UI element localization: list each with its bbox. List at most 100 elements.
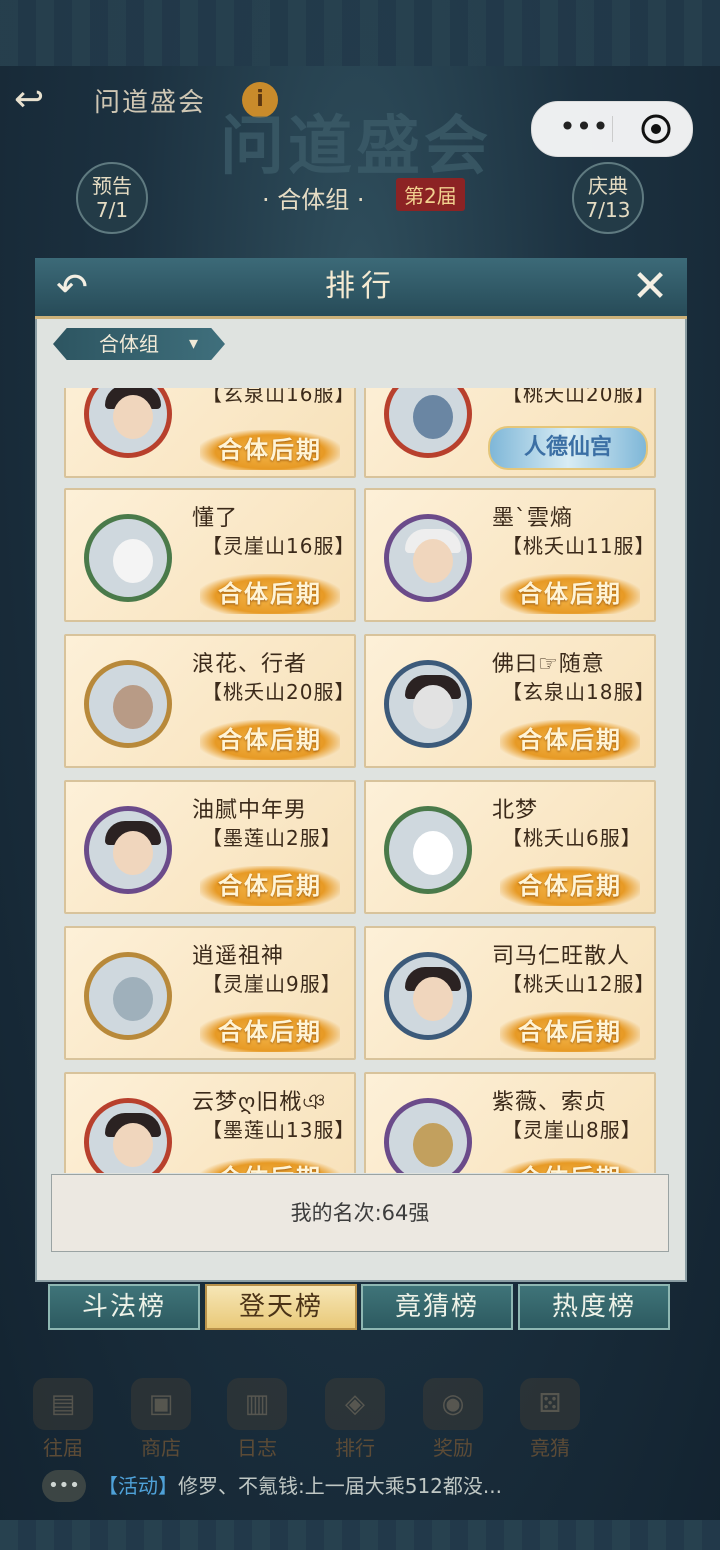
player-name: 油腻中年男 — [192, 798, 308, 823]
avatar — [84, 1098, 172, 1173]
top-pattern — [0, 0, 720, 66]
dock-label: 往届 — [43, 1436, 83, 1460]
rank-card[interactable]: 紫薇、索贞 【灵崖山8服】 合体后期 — [364, 1072, 656, 1173]
rank-badge: 合体后期 — [200, 430, 340, 470]
player-server: 【玄泉山16服】 — [202, 388, 356, 406]
rank-card[interactable]: 【桃夭山20服】 人德仙宫 — [364, 388, 656, 478]
avatar — [384, 388, 472, 458]
rank-card[interactable]: 【玄泉山16服】 合体后期 — [64, 388, 356, 478]
rank-card[interactable]: 墨`雲熵 【桃夭山11服】 合体后期 — [364, 488, 656, 622]
group-dropdown[interactable]: 合体组 ▾ — [53, 328, 225, 360]
rank-badge: 合体后期 — [200, 574, 340, 614]
tab-dengtian[interactable]: 登天榜 — [205, 1284, 357, 1330]
dock-guess[interactable]: ⚄ 竟猜 — [515, 1378, 585, 1460]
ticker-text: 【活动】修罗、不氪钱:上一届大乘512都没... — [98, 1466, 502, 1506]
modal-title: 排行 — [325, 269, 397, 304]
dock-label: 竟猜 — [530, 1436, 570, 1460]
close-miniprogram-icon[interactable] — [639, 112, 673, 146]
rank-badge: 合体后期 — [500, 720, 640, 760]
rank-card[interactable]: 逍遥祖神 【灵崖山9服】 合体后期 — [64, 926, 356, 1060]
player-name: 紫薇、索贞 — [492, 1090, 608, 1115]
ceremony-date-button[interactable]: 庆典 7/13 — [572, 162, 644, 234]
dock-label: 日志 — [237, 1436, 277, 1460]
player-server: 【桃夭山20服】 — [202, 680, 356, 704]
book-icon: ▥ — [227, 1378, 287, 1430]
ranking-list[interactable]: 【玄泉山16服】 合体后期 【桃夭山20服】 人德仙宫 懂了 【灵崖山16服】 … — [64, 388, 660, 1173]
player-name: 逍遥祖神 — [192, 944, 285, 969]
ticker-tag: 【活动】 — [98, 1474, 178, 1498]
chevron-down-icon: ▾ — [189, 333, 199, 354]
avatar — [84, 388, 172, 458]
avatar — [84, 952, 172, 1040]
activity-ticker[interactable]: ••• 【活动】修罗、不氪钱:上一届大乘512都没... — [38, 1466, 688, 1506]
close-icon[interactable]: ✕ — [625, 262, 675, 312]
rank-card[interactable]: 油腻中年男 【墨莲山2服】 合体后期 — [64, 780, 356, 914]
dock-reward[interactable]: ◉ 奖励 — [418, 1378, 488, 1460]
dice-icon: ⚄ — [520, 1378, 580, 1430]
ticker-message: 修罗、不氪钱:上一届大乘512都没... — [178, 1474, 502, 1498]
rank-card[interactable]: 云梦ღ旧栰ঞ 【墨莲山13服】 合体后期 — [64, 1072, 356, 1173]
rank-card[interactable]: 浪花、行者 【桃夭山20服】 合体后期 — [64, 634, 356, 768]
rank-badge: 合体后期 — [500, 1012, 640, 1052]
rank-badge: 合体后期 — [500, 574, 640, 614]
player-name: 北梦 — [492, 798, 539, 823]
preview-date-button[interactable]: 预告 7/1 — [76, 162, 148, 234]
event-title: 问道盛会 — [94, 88, 207, 118]
rank-badge: 合体后期 — [200, 866, 340, 906]
back-arrow-icon[interactable]: ↩ — [14, 80, 78, 120]
rank-badge: 合体后期 — [500, 1158, 640, 1173]
chat-bubble-icon: ••• — [42, 1470, 86, 1502]
tab-doufa[interactable]: 斗法榜 — [48, 1284, 200, 1330]
event-logo-text: 问道盛会 — [220, 110, 492, 184]
tab-redu[interactable]: 热度榜 — [518, 1284, 670, 1330]
player-name: 懂了 — [192, 506, 239, 531]
tab-jingcai[interactable]: 竟猜榜 — [361, 1284, 513, 1330]
player-name: 浪花、行者 — [192, 652, 308, 677]
avatar — [84, 660, 172, 748]
avatar — [84, 514, 172, 602]
chest-icon: ▣ — [131, 1378, 191, 1430]
avatar — [384, 514, 472, 602]
bottom-pattern — [0, 1520, 720, 1550]
my-rank-panel: 我的名次:64强 — [51, 1174, 669, 1252]
rank-badge: 合体后期 — [200, 1158, 340, 1173]
dock-history[interactable]: ▤ 往届 — [28, 1378, 98, 1460]
group-dropdown-label: 合体组 — [99, 332, 159, 356]
dock-shop[interactable]: ▣ 商店 — [126, 1378, 196, 1460]
ceremony-date: 7/13 — [585, 198, 631, 222]
dock-label: 商店 — [141, 1436, 181, 1460]
more-icon[interactable]: ••• — [554, 112, 614, 146]
avatar — [384, 1098, 472, 1173]
avatar — [384, 806, 472, 894]
rank-card[interactable]: 佛曰☞随意 【玄泉山18服】 合体后期 — [364, 634, 656, 768]
dock-log[interactable]: ▥ 日志 — [222, 1378, 292, 1460]
rank-card[interactable]: 北梦 【桃夭山6服】 合体后期 — [364, 780, 656, 914]
player-server: 【玄泉山18服】 — [502, 680, 656, 704]
scroll-icon: ▤ — [33, 1378, 93, 1430]
dock-rank[interactable]: ◈ 排行 — [320, 1378, 390, 1460]
player-server: 【桃夭山6服】 — [502, 826, 642, 850]
ceremony-label: 庆典 — [588, 174, 628, 198]
avatar — [84, 806, 172, 894]
rank-badge: 合体后期 — [500, 866, 640, 906]
modal-header: 排行 ↶ ✕ — [35, 258, 687, 319]
player-name: 司马仁旺散人 — [492, 944, 631, 969]
back-arrow-icon[interactable]: ↶ — [45, 264, 99, 310]
rank-badge: 合体后期 — [200, 720, 340, 760]
rank-card[interactable]: 懂了 【灵崖山16服】 合体后期 — [64, 488, 356, 622]
player-name: 墨`雲熵 — [492, 506, 574, 531]
session-badge: 第2届 — [396, 178, 465, 211]
preview-label: 预告 — [92, 174, 132, 198]
player-server: 【墨莲山13服】 — [202, 1118, 356, 1142]
rank-icon: ◈ — [325, 1378, 385, 1430]
miniprogram-capsule: ••• — [531, 101, 693, 157]
player-server: 【灵崖山16服】 — [202, 534, 356, 558]
dock-label: 奖励 — [433, 1436, 473, 1460]
player-server: 【墨莲山2服】 — [202, 826, 342, 850]
rank-card[interactable]: 司马仁旺散人 【桃夭山12服】 合体后期 — [364, 926, 656, 1060]
player-server: 【桃夭山20服】 — [502, 388, 656, 406]
dock-label: 排行 — [335, 1436, 375, 1460]
avatar — [384, 952, 472, 1040]
capsule-divider — [612, 116, 613, 142]
player-server: 【桃夭山12服】 — [502, 972, 656, 996]
